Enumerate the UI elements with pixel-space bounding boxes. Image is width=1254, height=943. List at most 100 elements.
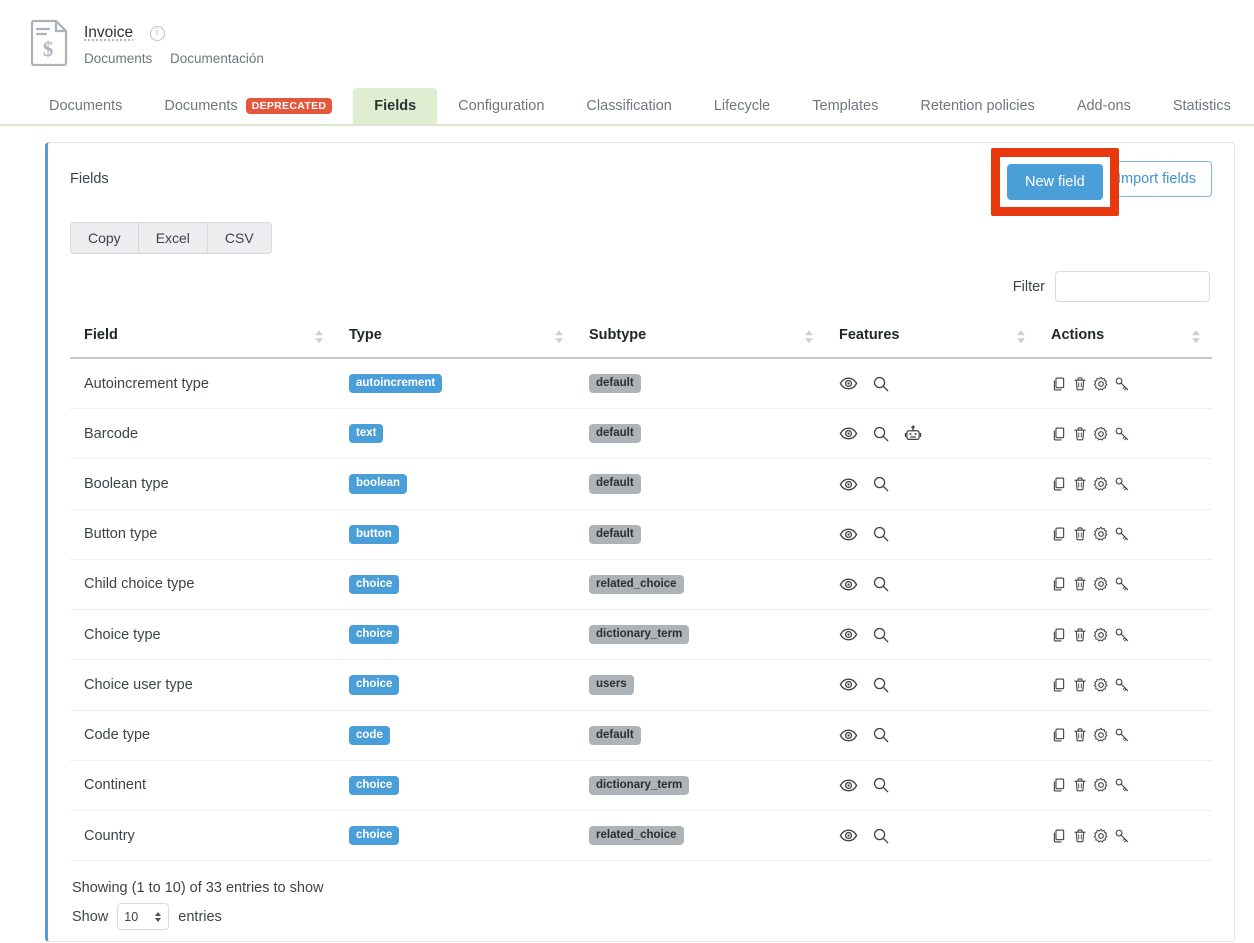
magnifier-icon[interactable] xyxy=(872,827,890,845)
eye-icon[interactable] xyxy=(839,525,858,544)
sort-arrows-icon[interactable] xyxy=(1192,330,1200,343)
tab-classification[interactable]: Classification xyxy=(565,88,692,124)
eye-icon[interactable] xyxy=(839,625,858,644)
gear-icon[interactable] xyxy=(1093,828,1109,844)
column-header-type[interactable]: Type xyxy=(335,319,575,358)
table-row[interactable]: Countrychoicerelated_choice xyxy=(70,810,1212,860)
trash-icon[interactable] xyxy=(1072,526,1088,542)
copy-button[interactable]: Copy xyxy=(70,222,139,254)
key-icon[interactable] xyxy=(1114,677,1130,693)
sort-arrows-icon[interactable] xyxy=(315,330,323,343)
key-icon[interactable] xyxy=(1114,627,1130,643)
copy-icon[interactable] xyxy=(1051,576,1067,592)
key-icon[interactable] xyxy=(1114,376,1130,392)
table-row[interactable]: Continentchoicedictionary_term xyxy=(70,760,1212,810)
gear-icon[interactable] xyxy=(1093,426,1109,442)
magnifier-icon[interactable] xyxy=(872,626,890,644)
key-icon[interactable] xyxy=(1114,426,1130,442)
table-row[interactable]: Code typecodedefault xyxy=(70,710,1212,760)
copy-icon[interactable] xyxy=(1051,777,1067,793)
key-icon[interactable] xyxy=(1114,727,1130,743)
copy-icon[interactable] xyxy=(1051,727,1067,743)
magnifier-icon[interactable] xyxy=(872,375,890,393)
trash-icon[interactable] xyxy=(1072,677,1088,693)
gear-icon[interactable] xyxy=(1093,777,1109,793)
eye-icon[interactable] xyxy=(839,826,858,845)
table-row[interactable]: Choice user typechoiceusers xyxy=(70,660,1212,710)
copy-icon[interactable] xyxy=(1051,828,1067,844)
tab-templates[interactable]: Templates xyxy=(791,88,899,124)
gear-icon[interactable] xyxy=(1093,576,1109,592)
trash-icon[interactable] xyxy=(1072,376,1088,392)
sort-arrows-icon[interactable] xyxy=(555,330,563,343)
tab-retention-policies[interactable]: Retention policies xyxy=(899,88,1055,124)
trash-icon[interactable] xyxy=(1072,576,1088,592)
magnifier-icon[interactable] xyxy=(872,726,890,744)
table-row[interactable]: Button typebuttondefault xyxy=(70,509,1212,559)
copy-icon[interactable] xyxy=(1051,426,1067,442)
page-length-select[interactable]: 102550100 xyxy=(117,903,169,930)
trash-icon[interactable] xyxy=(1072,727,1088,743)
table-row[interactable]: Child choice typechoicerelated_choice xyxy=(70,559,1212,609)
key-icon[interactable] xyxy=(1114,526,1130,542)
eye-icon[interactable] xyxy=(839,424,858,443)
breadcrumb-item-documentacion[interactable]: Documentación xyxy=(170,51,264,66)
gear-icon[interactable] xyxy=(1093,376,1109,392)
trash-icon[interactable] xyxy=(1072,627,1088,643)
key-icon[interactable] xyxy=(1114,777,1130,793)
gear-icon[interactable] xyxy=(1093,476,1109,492)
table-row[interactable]: Boolean typebooleandefault xyxy=(70,459,1212,509)
tab-documents-deprecated[interactable]: Documents DEPRECATED xyxy=(143,88,353,124)
key-icon[interactable] xyxy=(1114,476,1130,492)
tab-documents[interactable]: Documents xyxy=(28,88,143,124)
tab-statistics[interactable]: Statistics xyxy=(1152,88,1252,124)
eye-icon[interactable] xyxy=(839,374,858,393)
gear-icon[interactable] xyxy=(1093,526,1109,542)
breadcrumb-item-documents[interactable]: Documents xyxy=(84,51,152,66)
sort-arrows-icon[interactable] xyxy=(805,330,813,343)
tab-lifecycle[interactable]: Lifecycle xyxy=(693,88,791,124)
column-header-features[interactable]: Features xyxy=(825,319,1037,358)
eye-icon[interactable] xyxy=(839,776,858,795)
copy-icon[interactable] xyxy=(1051,376,1067,392)
table-row[interactable]: Autoincrement typeautoincrementdefault xyxy=(70,358,1212,409)
excel-button[interactable]: Excel xyxy=(138,222,208,254)
copy-icon[interactable] xyxy=(1051,526,1067,542)
eye-icon[interactable] xyxy=(839,675,858,694)
sort-arrows-icon[interactable] xyxy=(1017,330,1025,343)
trash-icon[interactable] xyxy=(1072,426,1088,442)
eye-icon[interactable] xyxy=(839,726,858,745)
magnifier-icon[interactable] xyxy=(872,525,890,543)
magnifier-icon[interactable] xyxy=(872,776,890,794)
magnifier-icon[interactable] xyxy=(872,575,890,593)
copy-icon[interactable] xyxy=(1051,677,1067,693)
trash-icon[interactable] xyxy=(1072,476,1088,492)
trash-icon[interactable] xyxy=(1072,777,1088,793)
key-icon[interactable] xyxy=(1114,828,1130,844)
robot-icon[interactable] xyxy=(904,425,922,443)
csv-button[interactable]: CSV xyxy=(207,222,272,254)
table-row[interactable]: Barcodetextdefault xyxy=(70,409,1212,459)
magnifier-icon[interactable] xyxy=(872,425,890,443)
magnifier-icon[interactable] xyxy=(872,676,890,694)
gear-icon[interactable] xyxy=(1093,727,1109,743)
tab-add-ons[interactable]: Add-ons xyxy=(1056,88,1152,124)
eye-icon[interactable] xyxy=(839,575,858,594)
eye-icon[interactable] xyxy=(839,475,858,494)
table-row[interactable]: Choice typechoicedictionary_term xyxy=(70,610,1212,660)
info-icon[interactable]: i xyxy=(150,26,165,41)
gear-icon[interactable] xyxy=(1093,677,1109,693)
column-header-field[interactable]: Field xyxy=(70,319,335,358)
key-icon[interactable] xyxy=(1114,576,1130,592)
tab-fields[interactable]: Fields xyxy=(353,88,437,124)
filter-input[interactable] xyxy=(1055,271,1210,302)
new-field-button-highlighted[interactable]: New field xyxy=(1007,164,1103,200)
document-type-title[interactable]: Invoice xyxy=(84,24,133,42)
magnifier-icon[interactable] xyxy=(872,475,890,493)
tab-configuration[interactable]: Configuration xyxy=(437,88,565,124)
trash-icon[interactable] xyxy=(1072,828,1088,844)
copy-icon[interactable] xyxy=(1051,627,1067,643)
gear-icon[interactable] xyxy=(1093,627,1109,643)
copy-icon[interactable] xyxy=(1051,476,1067,492)
column-header-actions[interactable]: Actions xyxy=(1037,319,1212,358)
